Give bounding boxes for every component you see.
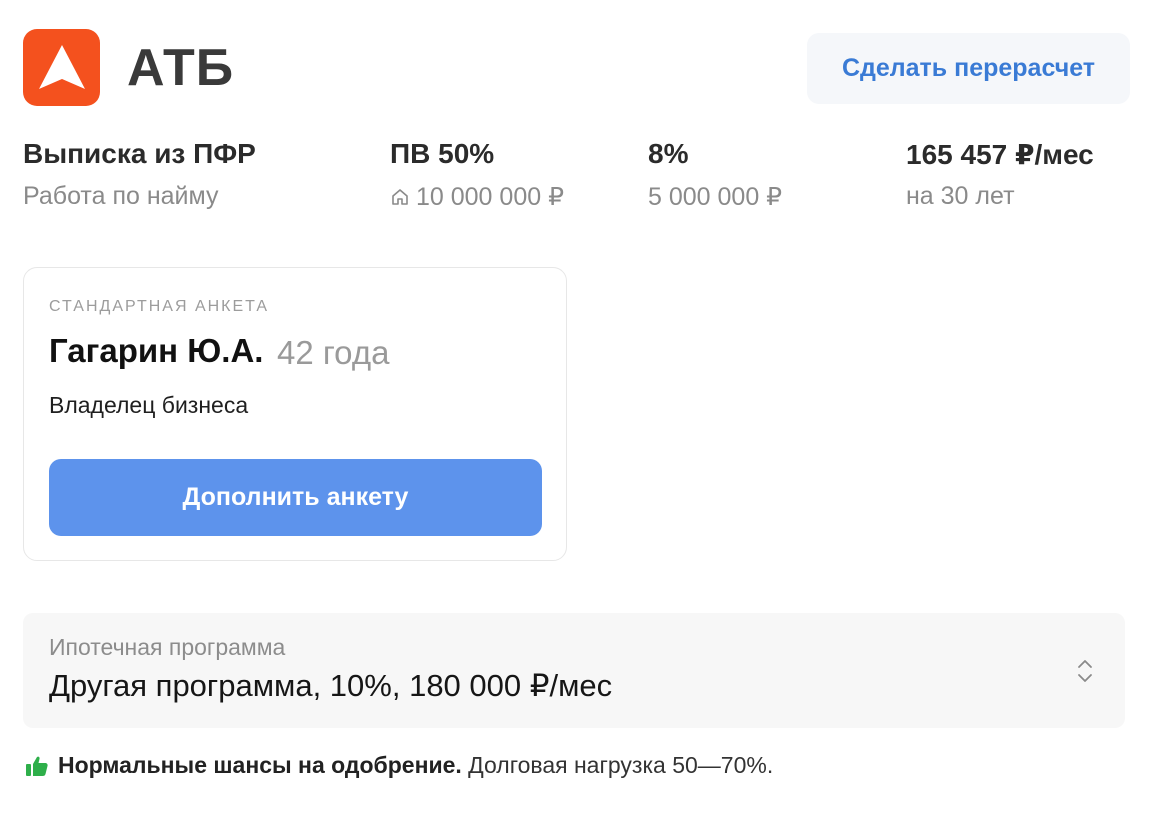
applicant-role: Владелец бизнеса <box>49 392 249 418</box>
house-icon <box>392 189 408 205</box>
property-price: 10 000 000 ₽ <box>416 183 564 211</box>
stat-down-payment-title: ПВ 50% <box>390 138 495 169</box>
chevron-up-down-icon <box>1078 660 1092 682</box>
stat-payment-title: 165 457 ₽/мес <box>906 139 1094 170</box>
bank-logo-icon <box>38 44 85 89</box>
recalc-button[interactable]: Сделать перерасчет <box>807 33 1130 104</box>
stat-rate: 8% 5 000 000 ₽ <box>648 138 782 212</box>
stat-income-source: Выписка из ПФР Работа по найму <box>23 138 256 211</box>
stat-payment-term: на 30 лет <box>906 182 1015 210</box>
complete-form-button[interactable]: Дополнить анкету <box>49 459 542 536</box>
card-caption: СТАНДАРТНАЯ АНКЕТА <box>49 298 270 315</box>
stat-down-payment: ПВ 50% 10 000 000 ₽ <box>390 138 564 212</box>
applicant-age: 42 года <box>277 334 390 371</box>
bank-logo <box>23 29 100 106</box>
thumbs-up-icon <box>26 756 48 776</box>
applicant-card: СТАНДАРТНАЯ АНКЕТА Гагарин Ю.А. 42 года … <box>23 267 567 561</box>
bank-name: АТБ <box>127 39 235 97</box>
approval-chance: Нормальные шансы на одобрение. <box>58 752 462 778</box>
program-value: Другая программа, 10%, 180 000 ₽/мес <box>49 668 613 703</box>
program-label: Ипотечная программа <box>49 634 286 660</box>
mortgage-program-select[interactable]: Ипотечная программа Другая программа, 10… <box>23 613 1125 728</box>
stat-income-title: Выписка из ПФР <box>23 138 256 169</box>
debt-load: Долговая нагрузка 50—70%. <box>468 752 774 778</box>
stat-rate-title: 8% <box>648 138 689 169</box>
stat-payment: 165 457 ₽/мес на 30 лет <box>906 138 1094 211</box>
stat-income-subtitle: Работа по найму <box>23 182 219 210</box>
stat-rate-subtitle: 5 000 000 ₽ <box>648 183 783 211</box>
applicant-name: Гагарин Ю.А. <box>49 332 264 369</box>
approval-status: Нормальные шансы на одобрение. Долговая … <box>25 752 773 779</box>
